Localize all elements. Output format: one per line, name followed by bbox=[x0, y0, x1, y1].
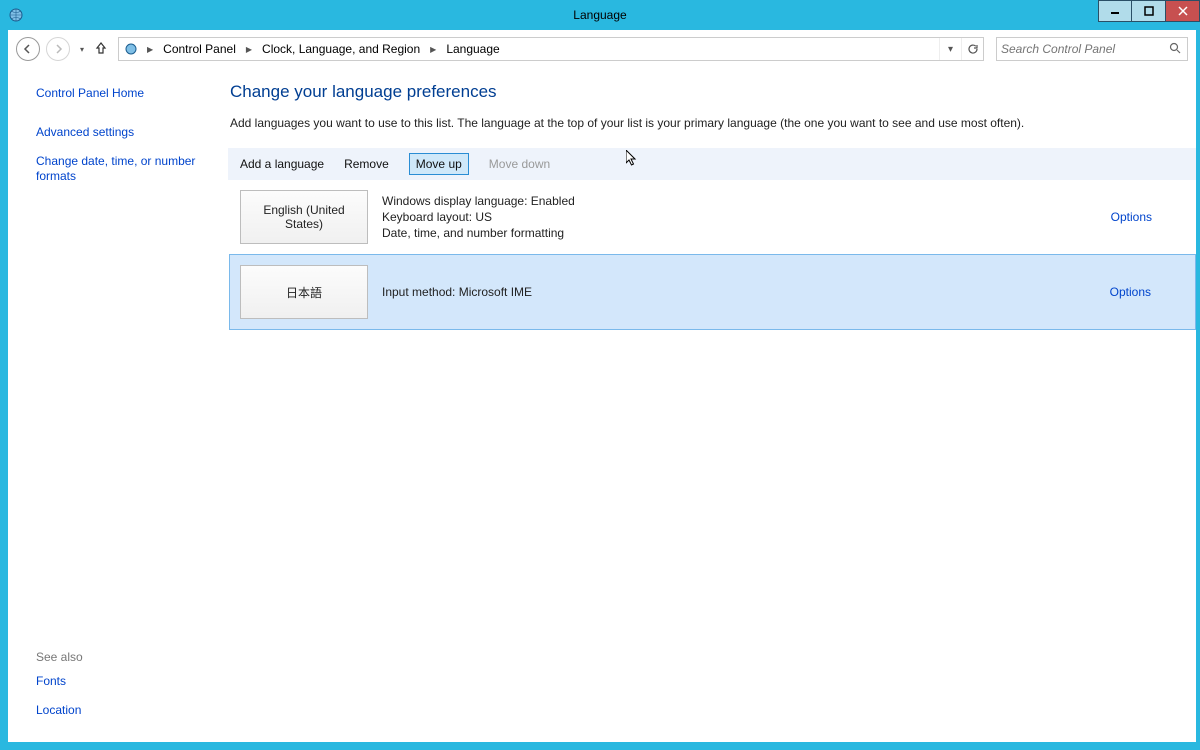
add-language-button[interactable]: Add a language bbox=[240, 157, 324, 171]
address-tail: ▾ bbox=[939, 38, 983, 60]
language-meta: Input method: Microsoft IME bbox=[382, 265, 1096, 319]
move-up-button[interactable]: Move up bbox=[409, 153, 469, 175]
up-button[interactable] bbox=[94, 41, 108, 58]
remove-button[interactable]: Remove bbox=[344, 157, 389, 171]
language-detail: Keyboard layout: US bbox=[382, 210, 1097, 224]
breadcrumb-item[interactable]: Control Panel bbox=[161, 42, 238, 56]
sidebar-see-also-link[interactable]: Fonts bbox=[36, 674, 208, 689]
search-box[interactable] bbox=[996, 37, 1188, 61]
language-row[interactable]: English (United States) Windows display … bbox=[230, 180, 1196, 254]
forward-button[interactable] bbox=[46, 37, 70, 61]
app-icon bbox=[8, 7, 24, 23]
chevron-right-icon: ▶ bbox=[426, 45, 440, 54]
window-title: Language bbox=[0, 8, 1200, 22]
address-bar-wrap: ▶ Control Panel ▶ Clock, Language, and R… bbox=[118, 37, 984, 61]
close-button[interactable] bbox=[1166, 0, 1200, 22]
breadcrumb-item[interactable]: Clock, Language, and Region bbox=[260, 42, 422, 56]
sidebar-link[interactable]: Advanced settings bbox=[36, 125, 208, 140]
language-detail: Input method: Microsoft IME bbox=[382, 285, 1096, 299]
chevron-right-icon: ▶ bbox=[242, 45, 256, 54]
window: Language ▾ ▶ bbox=[0, 0, 1200, 750]
page-title: Change your language preferences bbox=[230, 82, 1196, 102]
options-link[interactable]: Options bbox=[1110, 285, 1185, 299]
window-controls bbox=[1098, 0, 1200, 22]
sidebar-link[interactable]: Change date, time, or number formats bbox=[36, 154, 208, 184]
search-icon[interactable] bbox=[1167, 42, 1183, 57]
language-tile[interactable]: 日本語 bbox=[240, 265, 368, 319]
language-tile[interactable]: English (United States) bbox=[240, 190, 368, 244]
see-also-label: See also bbox=[36, 650, 208, 664]
search-input[interactable] bbox=[1001, 42, 1167, 56]
page-description: Add languages you want to use to this li… bbox=[230, 116, 1196, 130]
move-down-button[interactable]: Move down bbox=[489, 157, 550, 171]
recent-dropdown[interactable]: ▾ bbox=[76, 45, 88, 54]
back-button[interactable] bbox=[16, 37, 40, 61]
chevron-right-icon: ▶ bbox=[143, 45, 157, 54]
language-toolbar: Add a language Remove Move up Move down bbox=[228, 148, 1196, 180]
language-list: English (United States) Windows display … bbox=[230, 180, 1196, 330]
refresh-button[interactable] bbox=[961, 38, 983, 60]
language-meta: Windows display language: Enabled Keyboa… bbox=[382, 190, 1097, 244]
options-link[interactable]: Options bbox=[1111, 210, 1186, 224]
content: Control Panel Home Advanced settings Cha… bbox=[8, 68, 1196, 742]
language-row[interactable]: 日本語 Input method: Microsoft IME Options bbox=[229, 254, 1196, 330]
client-area: ▾ ▶ Control Panel ▶ Clock, Language, and… bbox=[8, 30, 1196, 742]
address-bar[interactable]: ▶ Control Panel ▶ Clock, Language, and R… bbox=[119, 38, 939, 60]
titlebar[interactable]: Language bbox=[0, 0, 1200, 30]
sidebar-home-link[interactable]: Control Panel Home bbox=[36, 86, 208, 101]
address-icon bbox=[123, 41, 139, 57]
breadcrumb-current[interactable]: Language bbox=[444, 42, 501, 56]
sidebar: Control Panel Home Advanced settings Cha… bbox=[8, 68, 218, 742]
address-dropdown[interactable]: ▾ bbox=[939, 38, 961, 60]
minimize-button[interactable] bbox=[1098, 0, 1132, 22]
main-panel: Change your language preferences Add lan… bbox=[218, 68, 1196, 742]
nav-toolbar: ▾ ▶ Control Panel ▶ Clock, Language, and… bbox=[8, 30, 1196, 68]
sidebar-see-also-link[interactable]: Location bbox=[36, 703, 208, 718]
maximize-button[interactable] bbox=[1132, 0, 1166, 22]
language-detail: Date, time, and number formatting bbox=[382, 226, 1097, 240]
language-detail: Windows display language: Enabled bbox=[382, 194, 1097, 208]
